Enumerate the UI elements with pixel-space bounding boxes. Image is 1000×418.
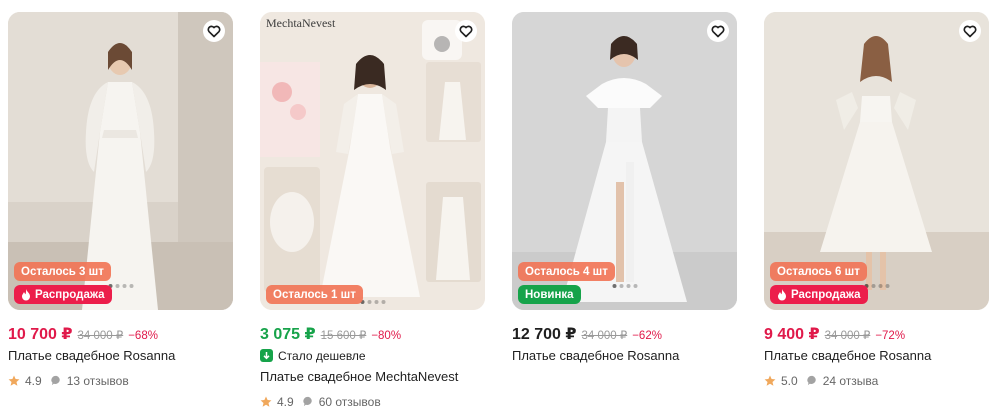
discount-percent: −68% xyxy=(128,330,158,342)
product-card[interactable]: Осталось 6 шт Распродажа 9 400 ₽ 34 000 … xyxy=(764,12,989,388)
heart-outline-icon[interactable] xyxy=(959,20,981,42)
chat-bubble-icon xyxy=(51,375,60,386)
product-title[interactable]: Платье свадебное Rosanna xyxy=(764,348,989,365)
price-row: 3 075 ₽ 15 600 ₽ −80% xyxy=(260,324,485,343)
image-pagination-dots xyxy=(612,284,637,288)
rating-row[interactable]: 5.0 24 отзыва xyxy=(764,373,989,388)
product-title[interactable]: Платье свадебное Rosanna xyxy=(512,348,737,365)
fire-icon xyxy=(778,288,786,300)
discount-percent: −72% xyxy=(875,330,906,342)
sale-badge-label: Распродажа xyxy=(35,288,105,301)
price-row: 12 700 ₽ 34 000 ₽ −62% xyxy=(512,324,737,343)
product-card[interactable]: Осталось 3 шт Распродажа 10 700 ₽ 34 000… xyxy=(8,12,233,388)
chat-bubble-icon xyxy=(807,375,816,386)
old-price: 34 000 ₽ xyxy=(581,330,628,342)
product-card[interactable]: MechtaNevest Осталось 1 шт 3 075 ₽ 15 60… xyxy=(260,12,485,409)
current-price: 12 700 ₽ xyxy=(512,326,577,343)
current-price: 3 075 ₽ xyxy=(260,326,316,343)
price-down-icon xyxy=(260,349,273,362)
rating-value: 4.9 xyxy=(25,373,42,388)
heart-outline-icon[interactable] xyxy=(707,20,729,42)
old-price: 34 000 ₽ xyxy=(77,330,124,342)
image-pagination-dots xyxy=(360,300,385,304)
star-icon xyxy=(764,375,776,386)
stock-badge: Осталось 1 шт xyxy=(266,285,363,304)
reviews-count: 60 отзывов xyxy=(318,394,381,409)
product-photo[interactable]: MechtaNevest Осталось 1 шт xyxy=(260,12,485,310)
product-title[interactable]: Платье свадебное Rosanna xyxy=(8,348,233,365)
product-photo[interactable]: Осталось 3 шт Распродажа xyxy=(8,12,233,310)
price-drop-label: Стало дешевле xyxy=(260,348,485,363)
current-price: 10 700 ₽ xyxy=(8,326,73,343)
discount-percent: −80% xyxy=(371,330,402,342)
sale-badge: Распродажа xyxy=(770,285,868,304)
reviews-count: 24 отзыва xyxy=(822,373,879,388)
fire-icon xyxy=(22,288,30,300)
rating-value: 4.9 xyxy=(277,394,294,409)
product-photo[interactable]: Осталось 6 шт Распродажа xyxy=(764,12,989,310)
old-price: 15 600 ₽ xyxy=(320,330,367,342)
price-drop-text: Стало дешевле xyxy=(278,348,366,363)
product-card[interactable]: Осталось 4 шт Новинка 12 700 ₽ 34 000 ₽ … xyxy=(512,12,737,365)
product-photo[interactable]: Осталось 4 шт Новинка xyxy=(512,12,737,310)
chat-bubble-icon xyxy=(303,396,312,407)
discount-percent: −62% xyxy=(632,330,662,342)
star-icon xyxy=(260,396,272,407)
image-pagination-dots xyxy=(108,284,133,288)
old-price: 34 000 ₽ xyxy=(824,330,871,342)
rating-row[interactable]: 4.9 60 отзывов xyxy=(260,394,485,409)
heart-outline-icon[interactable] xyxy=(203,20,225,42)
stock-badge: Осталось 4 шт xyxy=(518,262,615,281)
price-row: 10 700 ₽ 34 000 ₽ −68% xyxy=(8,324,233,343)
current-price: 9 400 ₽ xyxy=(764,326,820,343)
stock-badge: Осталось 6 шт xyxy=(770,262,867,281)
heart-outline-icon[interactable] xyxy=(455,20,477,42)
brand-overlay: MechtaNevest xyxy=(266,16,336,30)
stock-badge: Осталось 3 шт xyxy=(14,262,111,281)
product-title[interactable]: Платье свадебное MechtaNevest xyxy=(260,369,485,386)
image-pagination-dots xyxy=(864,284,889,288)
rating-row[interactable]: 4.9 13 отзывов xyxy=(8,373,233,388)
new-badge: Новинка xyxy=(518,285,581,304)
sale-badge-label: Распродажа xyxy=(791,288,861,301)
sale-badge: Распродажа xyxy=(14,285,112,304)
reviews-count: 13 отзывов xyxy=(66,373,129,388)
price-row: 9 400 ₽ 34 000 ₽ −72% xyxy=(764,324,989,343)
dress-collage-image xyxy=(260,12,485,310)
rating-value: 5.0 xyxy=(781,373,798,388)
star-icon xyxy=(8,375,20,386)
